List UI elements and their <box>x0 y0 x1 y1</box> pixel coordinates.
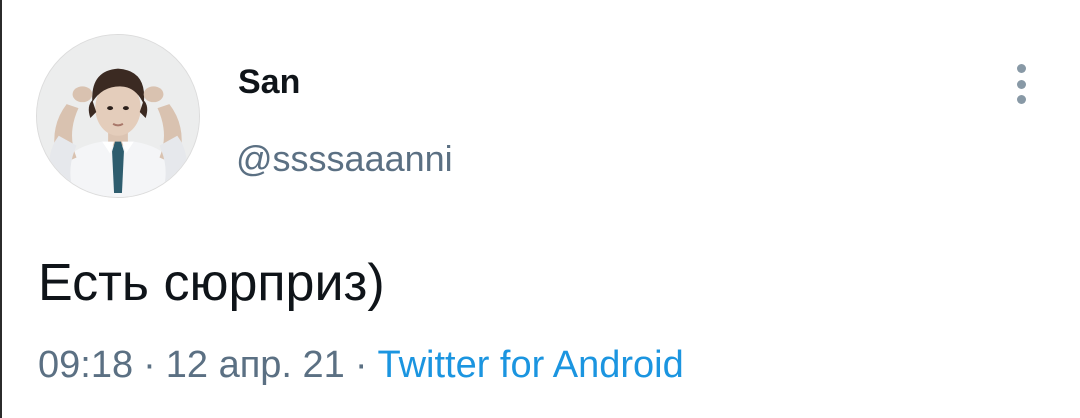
dot <box>1016 64 1026 73</box>
tweet-time[interactable]: 09:18 <box>38 344 133 386</box>
profile-photo-icon <box>37 35 199 197</box>
dot <box>1016 79 1026 89</box>
tweet-source-link[interactable]: Twitter for Android <box>377 344 683 386</box>
tweet-date[interactable]: 12 апр. 21 <box>166 344 345 386</box>
tweet-meta: 09:18 · 12 апр. 21 · Twitter for Android <box>38 340 684 390</box>
author-handle[interactable]: @ssssaaanni <box>236 136 453 182</box>
meta-separator: · <box>143 344 156 386</box>
tweet-text: Есть сюрприз) <box>38 254 385 312</box>
avatar[interactable] <box>36 34 200 198</box>
meta-separator: · <box>354 344 368 386</box>
window-edge <box>0 0 2 418</box>
vertical-ellipsis-icon[interactable] <box>1004 58 1038 110</box>
dot <box>1016 95 1026 104</box>
author-display-name[interactable]: San <box>238 60 300 104</box>
